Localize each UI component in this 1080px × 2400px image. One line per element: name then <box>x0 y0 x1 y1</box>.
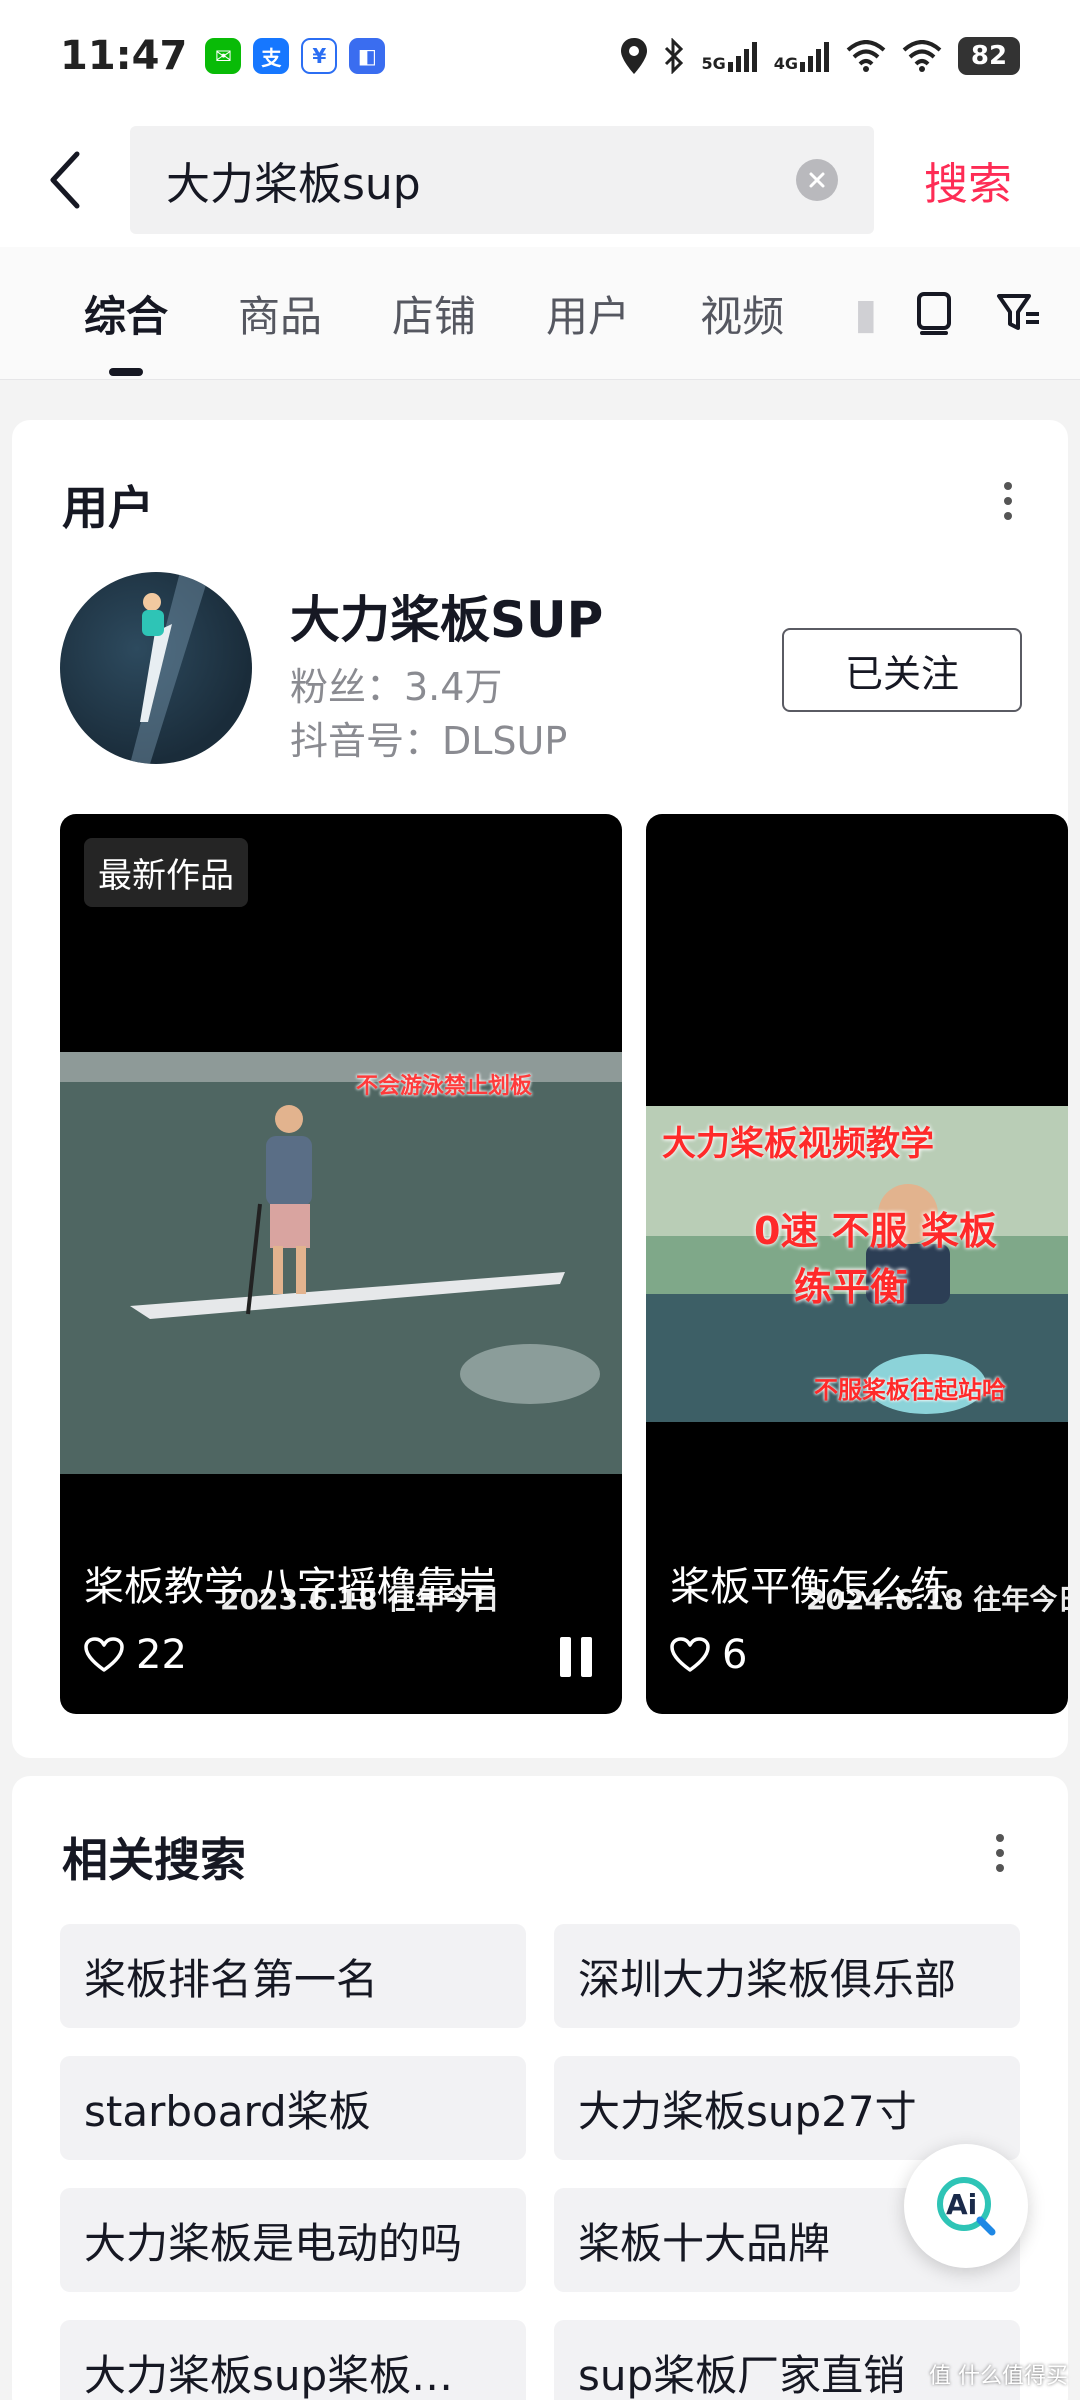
like-count: 22 <box>136 1632 187 1678</box>
video-overlay-line2: 0速 不服 桨板 <box>754 1209 997 1253</box>
status-time: 11:47 <box>60 33 188 79</box>
related-search-chip[interactable]: 大力桨板sup27寸 <box>554 2056 1020 2160</box>
avatar-image <box>130 572 210 764</box>
pause-icon[interactable] <box>560 1637 592 1677</box>
wechat-icon: ✉ <box>205 38 242 74</box>
related-search-chip[interactable]: 大力桨板是电动的吗 <box>60 2188 526 2292</box>
back-button[interactable] <box>0 112 130 247</box>
video-overlay-bottom: 不服桨板往起站哈 <box>814 1376 1006 1404</box>
user-name[interactable]: 大力桨板SUP <box>290 580 603 652</box>
video-overlay-line3: 练平衡 <box>794 1265 909 1309</box>
tab-general[interactable]: 综合 <box>84 247 168 380</box>
filter-icon[interactable] <box>996 290 1042 336</box>
related-search-chip[interactable]: 深圳大力桨板俱乐部 <box>554 1924 1020 2028</box>
ai-icon: Ai <box>934 2174 998 2238</box>
user-result-card: 用户 大力桨板SUP 粉丝：3.4万 抖音号：DLSUP 已关注 不会游泳禁止划… <box>12 420 1068 1758</box>
search-tabs: 综合 商品 店铺 用户 视频 ▮ <box>0 247 1080 380</box>
user-douyin-id: 抖音号：DLSUP <box>290 719 568 763</box>
follow-button[interactable]: 已关注 <box>782 628 1022 712</box>
tab-videos[interactable]: 视频 <box>700 247 784 380</box>
search-button[interactable]: 搜索 <box>924 148 1012 212</box>
related-searches-card: 相关搜索 桨板排名第一名 深圳大力桨板俱乐部 starboard桨板 大力桨板s… <box>12 1776 1068 2400</box>
tablet-view-icon[interactable] <box>914 290 954 336</box>
related-searches-title: 相关搜索 <box>62 1833 246 1887</box>
search-header: 大力桨板sup 搜索 <box>0 112 1080 247</box>
search-input[interactable]: 大力桨板sup <box>130 125 874 234</box>
user-fans: 粉丝：3.4万 <box>290 665 503 709</box>
notification-icons: ✉ 支 ¥ ◧ <box>205 38 386 74</box>
ai-assistant-button[interactable]: Ai <box>904 2144 1028 2268</box>
location-icon <box>621 38 648 74</box>
video-card[interactable]: 大力桨板视频教学 0速 不服 桨板 练平衡 不服桨板往起站哈 桨板平衡怎么练 2… <box>646 814 1068 1714</box>
video-overlay-heading: 大力桨板视频教学 <box>662 1124 934 1164</box>
heart-icon <box>670 1637 710 1672</box>
tab-overflow-fade: ▮ <box>854 288 875 338</box>
tab-users[interactable]: 用户 <box>546 247 630 380</box>
video-date-overlay: 2024.6.18 往年今日 <box>806 1583 1068 1616</box>
latest-work-badge: 最新作品 <box>84 838 248 907</box>
ai-label: Ai <box>946 2188 978 2221</box>
related-search-chip[interactable]: 大力桨板sup桨板… <box>60 2320 526 2400</box>
shopping-app-icon: ◧ <box>349 38 386 74</box>
tab-shops[interactable]: 店铺 <box>392 247 476 380</box>
close-icon <box>809 172 825 187</box>
status-bar: 11:47 ✉ 支 ¥ ◧ 5G 4G 82 <box>0 0 1080 112</box>
video-likes[interactable]: 22 <box>84 1632 187 1678</box>
clear-search-button[interactable] <box>796 158 838 201</box>
video-date-overlay: 2023.6.18 往年今日 <box>220 1583 500 1616</box>
bank-app-icon: ¥ <box>301 38 338 74</box>
video-overlay-caption: 不会游泳禁止划板 <box>356 1074 533 1099</box>
tab-products[interactable]: 商品 <box>238 247 322 380</box>
avatar[interactable] <box>60 572 252 764</box>
signal-4g-icon: 4G <box>774 40 830 72</box>
related-search-chip[interactable]: starboard桨板 <box>60 2056 526 2160</box>
more-options-icon[interactable] <box>996 1834 1006 1872</box>
battery-indicator: 82 <box>958 37 1020 75</box>
heart-icon <box>84 1637 124 1672</box>
watermark: 值 什么值得买 <box>929 2364 1068 2389</box>
alipay-icon: 支 <box>253 38 290 74</box>
back-arrow-icon <box>50 151 80 208</box>
video-card[interactable]: 不会游泳禁止划板 最新作品 桨板教学 八字摇橹靠岸 2023.6.18 往年今日… <box>60 814 622 1714</box>
related-search-chip[interactable]: 桨板排名第一名 <box>60 1924 526 2028</box>
wifi-2-icon <box>902 40 942 72</box>
video-likes[interactable]: 6 <box>670 1632 747 1678</box>
more-options-icon[interactable] <box>1004 482 1014 520</box>
like-count: 6 <box>722 1632 748 1678</box>
signal-5g-icon: 5G <box>701 40 757 72</box>
user-section-title: 用户 <box>62 481 154 535</box>
search-query-text: 大力桨板sup <box>166 158 421 210</box>
bluetooth-icon <box>665 38 684 74</box>
wifi-icon <box>846 40 886 72</box>
